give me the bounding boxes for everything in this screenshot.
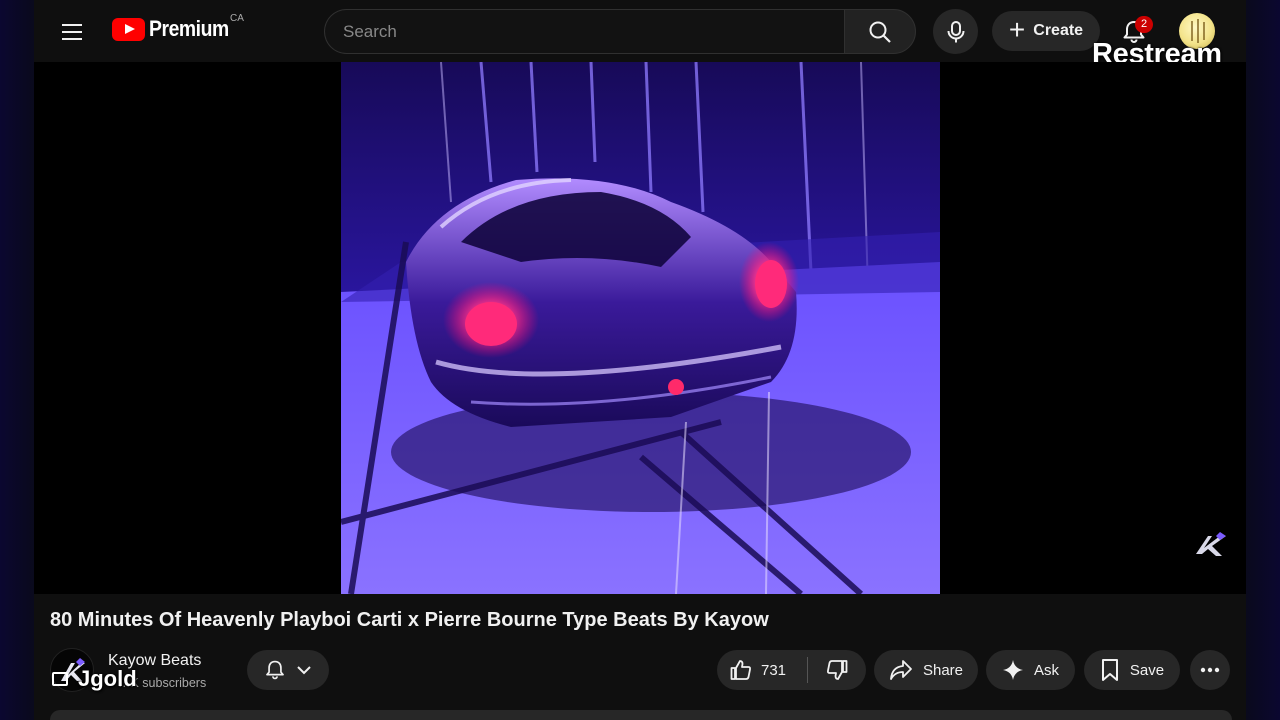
search-button[interactable] bbox=[844, 9, 916, 54]
mic-icon bbox=[947, 20, 964, 42]
plus-icon: + bbox=[1008, 13, 1026, 45]
menu-icon[interactable] bbox=[56, 16, 88, 48]
video-player[interactable] bbox=[34, 62, 1246, 594]
ask-button[interactable]: Ask bbox=[986, 650, 1075, 690]
search-icon bbox=[869, 21, 891, 43]
youtube-premium-logo[interactable]: Premium bbox=[112, 16, 240, 42]
notification-badge: 2 bbox=[1135, 16, 1153, 33]
more-actions-button[interactable] bbox=[1190, 650, 1230, 690]
bookmark-icon bbox=[1101, 659, 1118, 681]
stream-overlay-text: Jgold bbox=[78, 666, 137, 691]
subscription-bell-button[interactable] bbox=[247, 650, 329, 690]
create-button[interactable]: + Create bbox=[992, 11, 1100, 51]
logo-text: Premium bbox=[149, 16, 229, 41]
share-button[interactable]: Share bbox=[874, 650, 978, 690]
thumbs-up-icon bbox=[730, 660, 751, 680]
more-horizontal-icon bbox=[1200, 667, 1220, 673]
stream-overlay-icon bbox=[52, 672, 68, 686]
save-button[interactable]: Save bbox=[1084, 650, 1180, 690]
kayow-watermark-icon[interactable] bbox=[1194, 530, 1230, 560]
video-thumbnail-car bbox=[341, 62, 940, 594]
share-label: Share bbox=[922, 661, 964, 679]
dislike-button[interactable] bbox=[808, 650, 866, 690]
thumbs-down-icon bbox=[827, 660, 848, 680]
description-panel[interactable] bbox=[50, 710, 1232, 720]
save-label: Save bbox=[1129, 661, 1165, 679]
like-count: 731 bbox=[761, 661, 787, 679]
ask-label: Ask bbox=[1033, 661, 1059, 679]
bell-icon bbox=[266, 660, 284, 680]
region-code: CA bbox=[230, 13, 244, 24]
create-label: Create bbox=[1033, 22, 1084, 39]
youtube-logo-icon bbox=[112, 17, 145, 41]
search-input[interactable] bbox=[324, 9, 844, 54]
sparkle-icon bbox=[1002, 660, 1023, 680]
share-icon bbox=[890, 660, 912, 680]
like-dislike-group: 731 bbox=[717, 650, 866, 690]
video-title: 80 Minutes Of Heavenly Playboi Carti x P… bbox=[50, 609, 769, 631]
search-bar bbox=[324, 9, 916, 54]
like-button[interactable]: 731 bbox=[717, 650, 807, 690]
voice-search-button[interactable] bbox=[933, 9, 978, 54]
video-frame[interactable] bbox=[341, 62, 940, 594]
chevron-down-icon bbox=[297, 666, 311, 675]
masthead: Premium CA + Create 2 bbox=[34, 0, 1246, 62]
